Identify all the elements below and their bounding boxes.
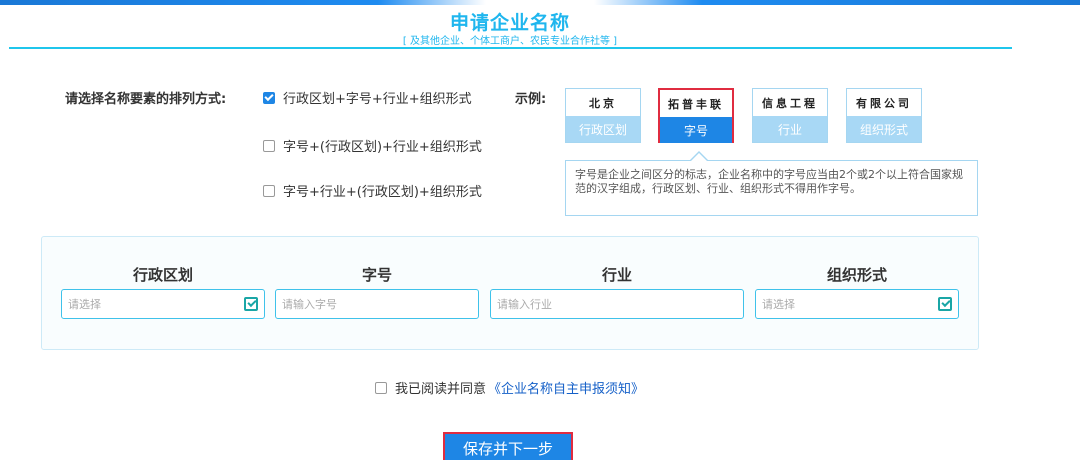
example-card-region[interactable]: 北京 行政区划: [565, 88, 641, 143]
tooltip-arrow-inner: [691, 153, 707, 161]
example-caption: 行业: [753, 116, 827, 142]
save-next-button[interactable]: 保存并下一步: [443, 432, 573, 460]
example-caption: 组织形式: [847, 116, 921, 142]
top-banner-strip: [0, 0, 1080, 5]
example-caption: 行政区划: [566, 116, 640, 142]
column-header-region: 行政区划: [132, 266, 193, 284]
example-caption: 字号: [660, 117, 732, 143]
example-card-brand[interactable]: 拓普丰联 字号: [658, 88, 734, 143]
arrangement-option-1[interactable]: 行政区划+字号+行业+组织形式: [263, 88, 472, 107]
org-form-select[interactable]: 请选择: [755, 289, 959, 319]
arrangement-option-label: 字号+行业+(行政区划)+组织形式: [283, 185, 482, 200]
example-sample-text: 信息工程: [762, 96, 818, 110]
brand-input-placeholder: 请输入字号: [282, 298, 337, 311]
org-form-select-placeholder: 请选择: [762, 298, 795, 311]
arrangement-option-3[interactable]: 字号+行业+(行政区划)+组织形式: [263, 181, 482, 200]
column-header-brand: 字号: [361, 266, 392, 284]
example-card-org-form[interactable]: 有限公司 组织形式: [846, 88, 922, 143]
arrangement-option-label: 行政区划+字号+行业+组织形式: [283, 92, 472, 107]
agreement-checkbox[interactable]: [375, 381, 387, 394]
region-select-placeholder: 请选择: [68, 298, 101, 311]
example-tooltip: 字号是企业之间区分的标志，企业名称中的字号应当由2个或2个以上符合国家规范的汉字…: [565, 160, 978, 216]
checkbox[interactable]: [263, 139, 275, 152]
agreement-row: 我已阅读并同意 《企业名称自主申报须知》: [375, 378, 644, 397]
checkbox-checked[interactable]: [263, 91, 275, 104]
arrangement-option-label: 字号+(行政区划)+行业+组织形式: [283, 140, 482, 155]
region-select[interactable]: 请选择: [61, 289, 265, 319]
column-header-industry: 行业: [601, 266, 632, 284]
agreement-link[interactable]: 《企业名称自主申报须知》: [488, 378, 644, 397]
select-check-icon[interactable]: [244, 297, 258, 311]
arrangement-label: 请选择名称要素的排列方式:: [65, 92, 227, 107]
checkbox[interactable]: [263, 184, 275, 197]
arrangement-option-2[interactable]: 字号+(行政区划)+行业+组织形式: [263, 136, 482, 155]
example-card-industry[interactable]: 信息工程 行业: [752, 88, 828, 143]
industry-input-placeholder: 请输入行业: [497, 298, 552, 311]
example-sample-text: 北京: [589, 96, 617, 110]
title-divider: [9, 47, 1012, 49]
agreement-text: 我已阅读并同意: [395, 382, 487, 397]
page-title: 申请企业名称: [449, 12, 570, 34]
column-header-org-form: 组织形式: [826, 266, 887, 284]
example-label: 示例:: [515, 92, 547, 107]
example-sample-text: 拓普丰联: [668, 97, 724, 111]
example-sample-text: 有限公司: [856, 96, 912, 110]
select-check-icon[interactable]: [938, 297, 952, 311]
page-subtitle: [ 及其他企业、个体工商户、农民专业合作社等 ]: [402, 36, 618, 47]
brand-input[interactable]: 请输入字号: [275, 289, 479, 319]
industry-input[interactable]: 请输入行业: [490, 289, 744, 319]
